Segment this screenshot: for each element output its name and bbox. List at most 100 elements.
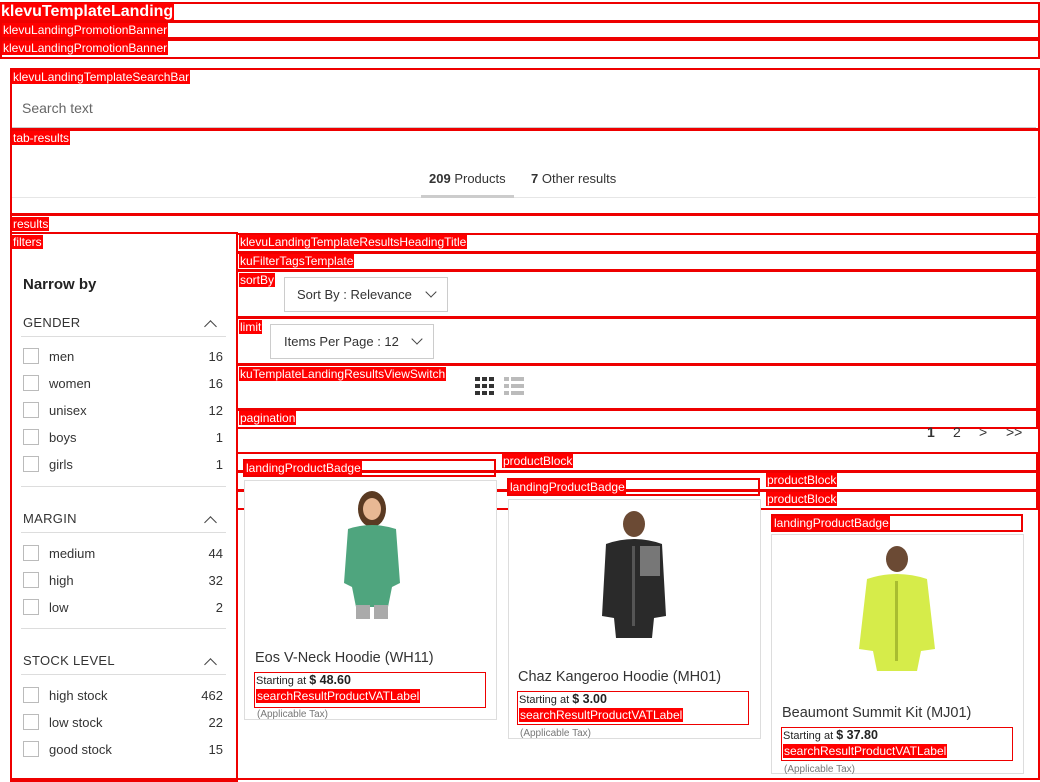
product-image-man-black-hoodie[interactable] [582, 506, 686, 646]
promo-banner-1-label: klevuLandingPromotionBanner [2, 23, 169, 37]
tab-results-outline [10, 129, 1040, 215]
tab-other-results[interactable]: 7 Other results [531, 171, 616, 186]
facet-option-count: 1 [215, 457, 223, 472]
tab-products-label: Products [454, 171, 506, 186]
facet-option-count: 2 [215, 600, 223, 615]
facet-option[interactable]: high stock 462 [23, 687, 223, 705]
results-label: results [12, 217, 50, 231]
product-name[interactable]: Eos V-Neck Hoodie (WH11) [255, 650, 434, 666]
facet-option-name: high stock [49, 688, 108, 703]
product-block-label: productBlock [766, 492, 838, 506]
search-input-underline [12, 127, 1036, 128]
pagination-label: pagination [239, 411, 297, 425]
facet-title-stock-level: STOCK LEVEL [23, 653, 115, 668]
checkbox[interactable] [23, 599, 39, 615]
template-landing-label: klevuTemplateLanding [0, 3, 175, 20]
next-page-link[interactable]: > [979, 424, 987, 440]
facet-option-name: women [49, 376, 91, 391]
facet-option-count: 16 [208, 349, 223, 364]
page-1-link[interactable]: 1 [927, 424, 935, 440]
price-value: $ 48.60 [309, 673, 351, 687]
list-view-icon[interactable] [504, 377, 524, 395]
checkbox[interactable] [23, 402, 39, 418]
product-name[interactable]: Beaumont Summit Kit (MJ01) [782, 705, 971, 721]
facet-option-count: 12 [208, 403, 223, 418]
sort-dropdown-value: Sort By : Relevance [297, 287, 412, 302]
facet-option[interactable]: men 16 [23, 348, 223, 366]
facet-option-count: 22 [208, 715, 223, 730]
results-heading-title-label: klevuLandingTemplateResultsHeadingTitle [239, 235, 468, 249]
product-block-label: productBlock [502, 454, 574, 468]
facet-option-name: men [49, 349, 75, 364]
facet-option-name: girls [49, 457, 73, 472]
facet-option-name: medium [49, 546, 96, 561]
facet-option[interactable]: girls 1 [23, 456, 223, 474]
vat-label: searchResultProductVATLabel [783, 744, 948, 758]
checkbox[interactable] [23, 348, 39, 364]
facet-option-name: good stock [49, 742, 112, 757]
facet-divider [21, 486, 226, 487]
facet-option[interactable]: unisex 12 [23, 402, 223, 420]
last-page-link[interactable]: >> [1006, 424, 1022, 440]
checkbox[interactable] [23, 741, 39, 757]
chevron-down-icon [411, 333, 423, 345]
tab-products-count: 209 [429, 171, 451, 186]
promo-banner-2-label: klevuLandingPromotionBanner [2, 41, 169, 55]
tab-products[interactable]: 209 Products [429, 171, 506, 186]
sort-dropdown[interactable]: Sort By : Relevance [284, 277, 448, 312]
filter-tags-outline [236, 252, 1038, 271]
sort-by-label: sortBy [239, 273, 276, 287]
limit-label: limit [239, 320, 263, 334]
facet-option-name: low [49, 600, 69, 615]
facet-option-name: unisex [49, 403, 87, 418]
facet-option-name: high [49, 573, 74, 588]
facet-option-count: 462 [201, 688, 223, 703]
facet-option[interactable]: high 32 [23, 572, 223, 590]
facet-option[interactable]: low stock 22 [23, 714, 223, 732]
filters-label: filters [12, 235, 43, 249]
facet-title-margin: MARGIN [23, 511, 77, 526]
checkbox[interactable] [23, 545, 39, 561]
product-badge-label: landingProductBadge [245, 461, 362, 475]
facet-divider [21, 674, 226, 675]
facet-divider [21, 628, 226, 629]
facet-option-name: boys [49, 430, 77, 445]
items-per-page-value: Items Per Page : 12 [284, 334, 399, 349]
facet-divider [21, 532, 226, 533]
search-input[interactable] [12, 89, 1036, 127]
facet-option-count: 32 [208, 573, 223, 588]
tab-other-count: 7 [531, 171, 539, 186]
product-badge-label: landingProductBadge [509, 480, 626, 494]
checkbox[interactable] [23, 375, 39, 391]
checkbox[interactable] [23, 429, 39, 445]
facet-option[interactable]: women 16 [23, 375, 223, 393]
product-image-man-yellow-jacket[interactable] [845, 541, 949, 677]
facet-option[interactable]: medium 44 [23, 545, 223, 563]
vat-label: searchResultProductVATLabel [519, 708, 684, 722]
facet-option[interactable]: boys 1 [23, 429, 223, 447]
price-value: $ 3.00 [572, 692, 607, 706]
checkbox[interactable] [23, 687, 39, 703]
product-image-woman-green-hoodie[interactable] [318, 487, 423, 627]
tab-other-label: Other results [541, 171, 617, 186]
price-value: $ 37.80 [836, 728, 878, 742]
checkbox[interactable] [23, 714, 39, 730]
page-2-link[interactable]: 2 [953, 424, 961, 440]
price-prefix: Starting at [256, 675, 307, 687]
tab-results-label: tab-results [12, 131, 71, 145]
grid-view-icon[interactable] [475, 377, 495, 395]
checkbox[interactable] [23, 456, 39, 472]
items-per-page-dropdown[interactable]: Items Per Page : 12 [270, 324, 434, 359]
price-prefix: Starting at [519, 694, 570, 706]
facet-option-count: 44 [208, 546, 223, 561]
tab-divider [12, 197, 1036, 198]
facet-option[interactable]: low 2 [23, 599, 223, 617]
pagination-outline [236, 409, 1038, 429]
checkbox[interactable] [23, 572, 39, 588]
filter-tags-label: kuFilterTagsTemplate [239, 254, 355, 268]
facet-option-count: 16 [208, 376, 223, 391]
tax-note: (Applicable Tax) [257, 709, 328, 720]
product-name[interactable]: Chaz Kangeroo Hoodie (MH01) [518, 669, 721, 685]
facet-option[interactable]: good stock 15 [23, 741, 223, 759]
facet-divider [21, 336, 226, 337]
